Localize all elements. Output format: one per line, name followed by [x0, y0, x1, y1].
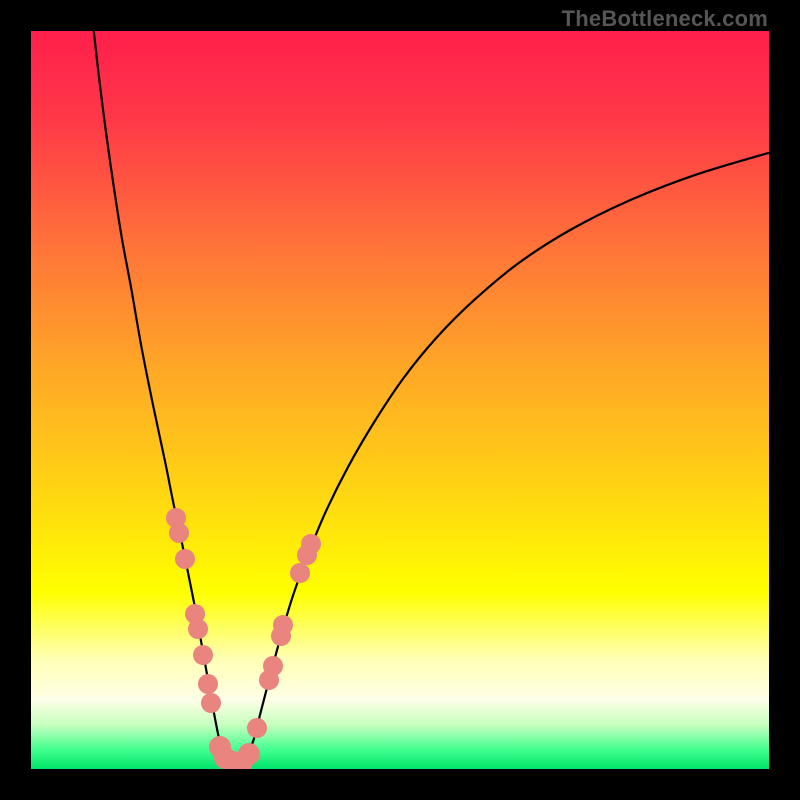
data-marker	[238, 743, 260, 765]
background-gradient	[31, 31, 769, 769]
data-marker	[201, 693, 221, 713]
data-marker	[301, 534, 321, 554]
data-marker	[188, 619, 208, 639]
data-marker	[169, 523, 189, 543]
data-marker	[175, 549, 195, 569]
data-marker	[290, 563, 310, 583]
data-marker	[263, 656, 283, 676]
watermark-text: TheBottleneck.com	[562, 6, 768, 32]
chart-svg	[31, 31, 769, 769]
data-marker	[193, 645, 213, 665]
plot-area	[31, 31, 769, 769]
chart-frame: TheBottleneck.com	[0, 0, 800, 800]
data-marker	[247, 718, 267, 738]
data-marker	[198, 674, 218, 694]
data-marker	[273, 615, 293, 635]
